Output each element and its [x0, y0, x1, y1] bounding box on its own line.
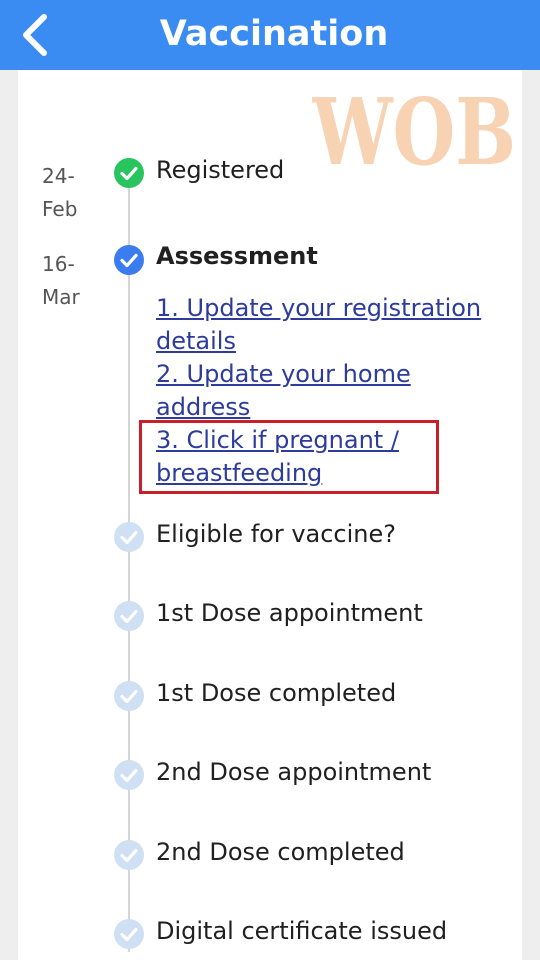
date-month: Mar	[42, 285, 80, 309]
svg-text:WOB: WOB	[312, 84, 516, 174]
step-label-dose2-appointment: 2nd Dose appointment	[156, 758, 432, 786]
app-header: Vaccination	[0, 0, 540, 70]
check-circle-icon	[114, 522, 144, 552]
watermark-logo: WOB	[312, 84, 516, 174]
step-date-assessment: 16- Mar	[42, 248, 92, 314]
step-label-dose1-appointment: 1st Dose appointment	[156, 599, 423, 627]
step-label-eligible: Eligible for vaccine?	[156, 520, 397, 548]
check-circle-icon	[114, 919, 144, 949]
check-circle-icon	[114, 840, 144, 870]
check-circle-icon	[114, 681, 144, 711]
timeline-card	[18, 70, 522, 960]
check-circle-icon	[114, 601, 144, 631]
date-month: Feb	[42, 197, 78, 221]
date-day: 24-	[42, 164, 75, 188]
timeline-line	[128, 172, 130, 952]
step-label-assessment: Assessment	[156, 242, 318, 270]
update-address-link[interactable]: 2. Update your home address	[156, 358, 506, 424]
step-label-dose2-completed: 2nd Dose completed	[156, 838, 405, 866]
check-circle-icon	[114, 760, 144, 790]
update-registration-link[interactable]: 1. Update your registration details	[156, 292, 506, 358]
step-label-dose1-completed: 1st Dose completed	[156, 679, 397, 707]
step-label-registered: Registered	[156, 156, 285, 184]
step-label-certificate: Digital certificate issued	[156, 917, 448, 945]
date-day: 16-	[42, 252, 75, 276]
check-circle-icon	[114, 245, 144, 275]
page-title: Vaccination	[159, 14, 389, 54]
check-circle-icon	[114, 158, 144, 188]
highlight-box	[139, 420, 439, 494]
step-date-registered: 24- Feb	[42, 160, 92, 226]
